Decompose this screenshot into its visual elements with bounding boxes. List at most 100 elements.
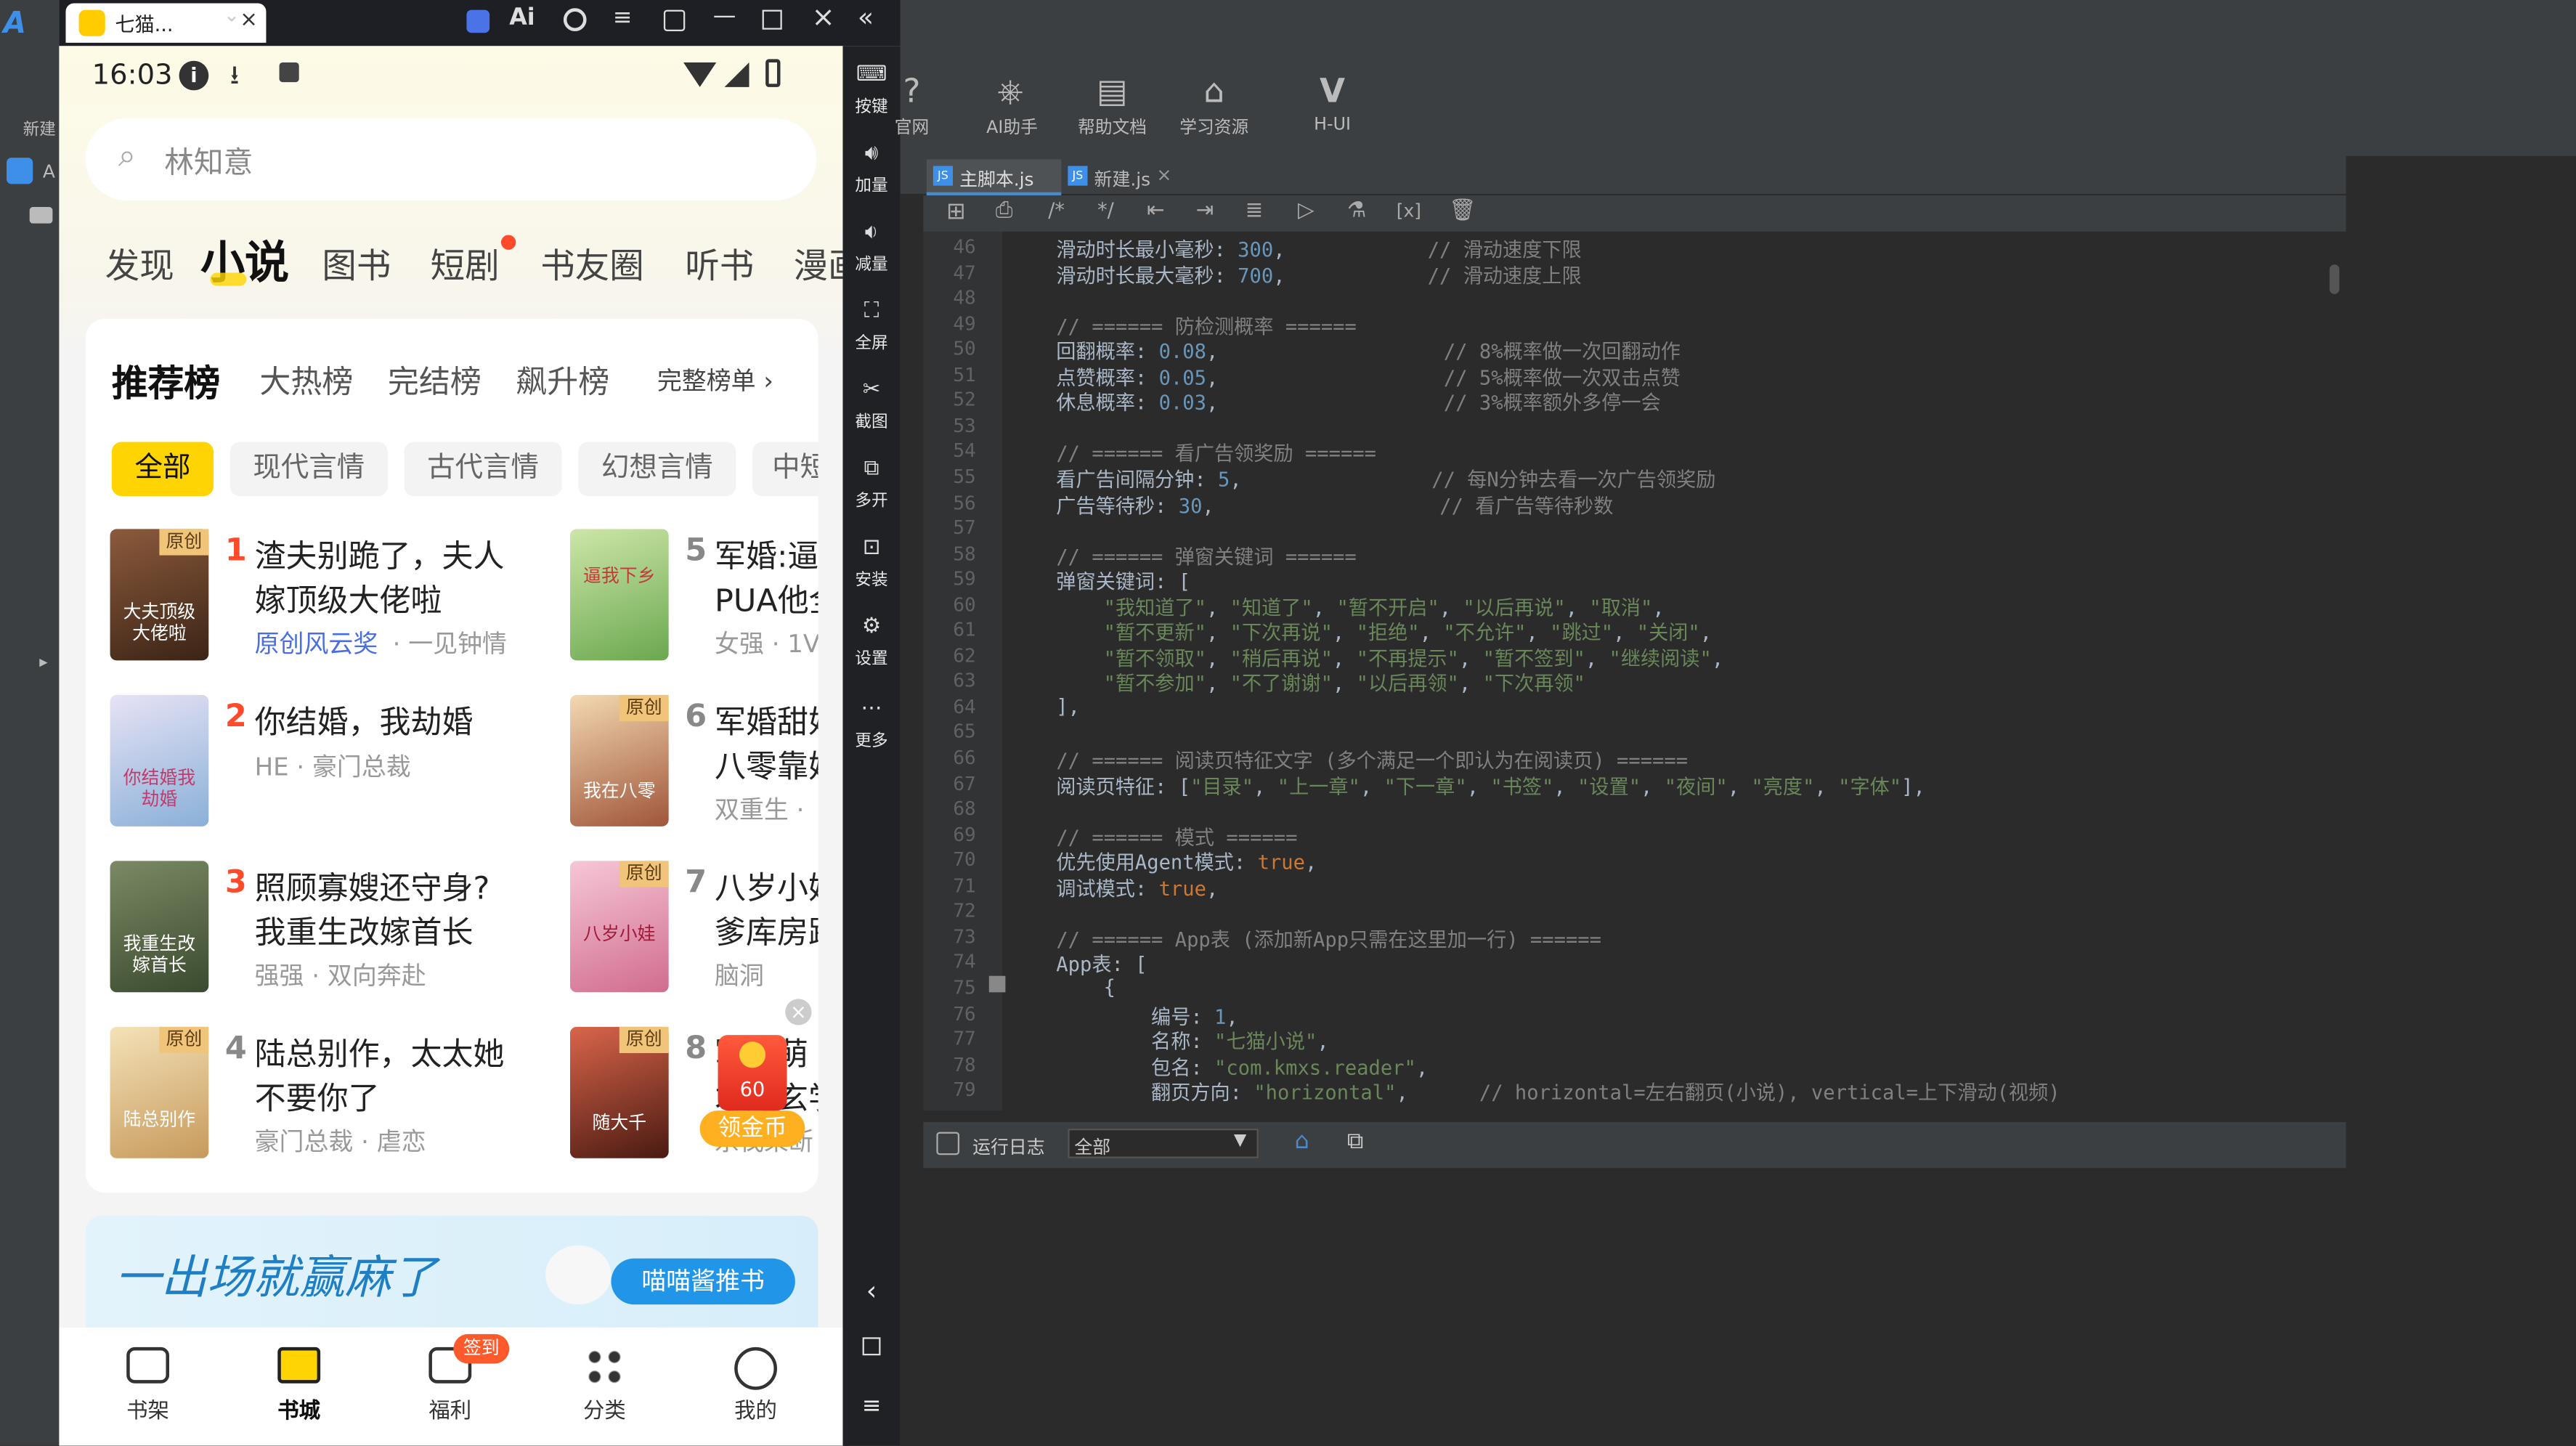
maximize-icon[interactable] xyxy=(762,9,782,30)
close-window-icon[interactable]: × xyxy=(811,1,834,34)
side-multi-button[interactable]: ⧉ 多开 xyxy=(842,457,900,511)
editor-tabbar: JS 主脚本.js JS 新建.js × xyxy=(900,155,2347,196)
graduation-icon[interactable]: ⌂ xyxy=(1192,69,1235,112)
side-install-button[interactable]: ⊡ 安装 xyxy=(842,535,900,590)
full-list-label: 完整榜单 xyxy=(657,366,756,397)
nav-discover[interactable]: 发现 xyxy=(105,240,174,289)
nav-active-indicator xyxy=(210,272,247,286)
toolbar-help-docs[interactable]: 帮助文档 xyxy=(1071,115,1153,139)
android-icon[interactable] xyxy=(7,158,33,184)
side-settings-button[interactable]: ⚙ 设置 xyxy=(842,614,900,669)
tab-close-icon[interactable]: × xyxy=(1157,164,1172,185)
chip-fantasy[interactable]: 幻想言情 xyxy=(578,442,736,497)
bottom-nav: 书架 书城 福利 签到 分类 我的 xyxy=(59,1327,843,1446)
collect-coins-button[interactable]: 领金币 xyxy=(699,1110,805,1147)
side-fullscreen-button[interactable]: ⛶ 全屏 xyxy=(842,299,900,354)
hui-logo-icon[interactable]: V xyxy=(1311,69,1354,112)
bottom-nav-category[interactable]: 分类 xyxy=(572,1347,637,1424)
chip-all[interactable]: 全部 xyxy=(111,442,214,497)
code-line: 包名: "com.kmxs.reader", xyxy=(1008,1055,1429,1079)
nav-shortdrama[interactable]: 短剧 xyxy=(431,240,500,289)
search-bar[interactable]: ⌕ 林知意 xyxy=(85,118,817,200)
trash-icon[interactable]: 🗑︎ xyxy=(1449,199,1476,224)
variable-icon[interactable]: [x] xyxy=(1397,200,1421,222)
bottom-nav-shelf[interactable]: 书架 xyxy=(115,1347,180,1424)
bottom-nav-profile[interactable]: 我的 xyxy=(723,1347,788,1424)
log-filter-select[interactable]: 全部 ▼ xyxy=(1068,1129,1259,1158)
book-title-line1: 陆总别作，太太她 xyxy=(254,1036,505,1073)
info-icon: i xyxy=(179,60,209,91)
openai-icon[interactable]: ⎈ xyxy=(989,69,1032,112)
outdent-icon[interactable]: ⇤ xyxy=(1147,199,1165,224)
cover-title: 我在八零 xyxy=(583,780,656,802)
add-icon[interactable]: ⊞ xyxy=(946,199,966,225)
coin-icon xyxy=(739,1041,766,1068)
clear-log-icon[interactable]: ⌂ xyxy=(1295,1129,1309,1155)
bottom-nav-bookstore[interactable]: 书城 xyxy=(266,1347,331,1424)
account-icon[interactable] xyxy=(563,8,587,31)
collapse-icon[interactable]: « xyxy=(858,1,874,33)
format-icon[interactable]: ≣ xyxy=(1246,199,1264,224)
nav-comic[interactable]: 漫画 xyxy=(794,240,843,289)
folder-icon[interactable] xyxy=(29,207,53,224)
nav-audio[interactable]: 听书 xyxy=(685,240,754,289)
cover-title: 我重生改嫁首长 xyxy=(123,933,196,976)
book-title-line1: 军婚:逼 xyxy=(715,538,818,575)
debug-icon[interactable]: ⚗ xyxy=(1347,199,1366,224)
fold-marker-icon[interactable] xyxy=(988,975,1006,993)
rank-tab-hot[interactable]: 大热榜 xyxy=(259,358,353,402)
toolbar-learning[interactable]: 学习资源 xyxy=(1173,115,1255,139)
search-input[interactable]: 林知意 xyxy=(164,139,253,182)
tag-b: 豪门总裁 xyxy=(312,752,411,782)
scissors-icon: ✂ xyxy=(862,378,881,403)
book-tags: 脑洞 xyxy=(715,961,764,991)
expand-arrow-icon[interactable]: ▸ xyxy=(39,654,47,672)
rank-tab-rising[interactable]: 飙升榜 xyxy=(516,358,609,402)
toolbar-ai-assistant[interactable]: AI助手 xyxy=(976,115,1049,139)
popout-icon[interactable] xyxy=(663,9,686,31)
side-volume-up-button[interactable]: 🔊︎ 加量 xyxy=(842,142,900,196)
close-bubble-icon[interactable]: × xyxy=(785,999,812,1025)
uncomment-icon[interactable]: */ xyxy=(1097,199,1114,222)
editor-scrollbar[interactable] xyxy=(2329,264,2340,294)
run-icon[interactable]: ▷ xyxy=(1298,199,1315,224)
code-line: 阅读页特征: ["目录", "上一章", "下一章", "书签", "设置", … xyxy=(1008,774,1925,798)
chip-modern[interactable]: 现代言情 xyxy=(229,442,388,497)
log-icon xyxy=(936,1132,960,1155)
menu-icon[interactable]: ≡ xyxy=(613,5,633,31)
tab-main-script[interactable]: JS 主脚本.js xyxy=(926,159,1062,196)
help-icon[interactable]: ? xyxy=(890,69,933,112)
back-nav-icon[interactable]: ‹ xyxy=(842,1275,900,1306)
docs-icon[interactable]: ▤ xyxy=(1091,69,1134,112)
chip-short[interactable]: 中短 xyxy=(752,442,818,497)
tab-dropdown-icon[interactable]: ⌄ xyxy=(224,4,240,27)
toolbar-official-site[interactable]: 官网 xyxy=(894,115,930,139)
indent-icon[interactable]: ⇥ xyxy=(1196,199,1214,224)
full-list-link[interactable]: 完整榜单 › xyxy=(657,363,773,398)
rank-tab-finished[interactable]: 完结榜 xyxy=(388,358,482,402)
comment-icon[interactable]: /* xyxy=(1048,199,1065,222)
bluetooth-icon[interactable] xyxy=(466,9,490,33)
home-nav-icon[interactable] xyxy=(842,1337,900,1360)
code-line: 滑动时长最小毫秒: 300, // 滑动速度下限 xyxy=(1008,238,1582,261)
tab-new-script[interactable]: JS 新建.js × xyxy=(1065,159,1179,195)
rank-tab-recommend[interactable]: 推荐榜 xyxy=(112,355,220,407)
code-line: 名称: "七猫小说", xyxy=(1008,1030,1329,1054)
promo-banner[interactable]: 一出场就赢麻了 喵喵酱推书 xyxy=(85,1215,818,1331)
red-packet-icon[interactable]: 60 xyxy=(718,1035,787,1111)
side-volume-down-button[interactable]: 🔉︎ 减量 xyxy=(842,220,900,275)
recents-nav-icon[interactable]: ≡ xyxy=(842,1393,900,1419)
code-line: // ====== 看广告领奖励 ====== xyxy=(1056,442,1377,466)
ai-icon[interactable]: Ai xyxy=(509,5,535,31)
tab-close-icon[interactable]: × xyxy=(240,8,258,33)
print-icon[interactable]: ⎙ xyxy=(996,199,1013,224)
nav-books[interactable]: 图书 xyxy=(322,240,391,289)
code-editor[interactable]: 46 47 48 49 50 51 52 53 54 55 56 57 58 59 60 61 62 63 64 65… xyxy=(923,231,2347,1111)
toolbar-hui[interactable]: H-UI xyxy=(1304,115,1360,134)
nav-bookclub[interactable]: 书友圈 xyxy=(540,240,644,289)
side-screenshot-button[interactable]: ✂ 截图 xyxy=(842,378,900,432)
minimize-icon[interactable]: — xyxy=(713,4,736,30)
chip-ancient[interactable]: 古代言情 xyxy=(404,442,562,497)
export-log-icon[interactable]: ⧉ xyxy=(1347,1129,1364,1155)
side-more-button[interactable]: ⋯ 更多 xyxy=(842,696,900,751)
